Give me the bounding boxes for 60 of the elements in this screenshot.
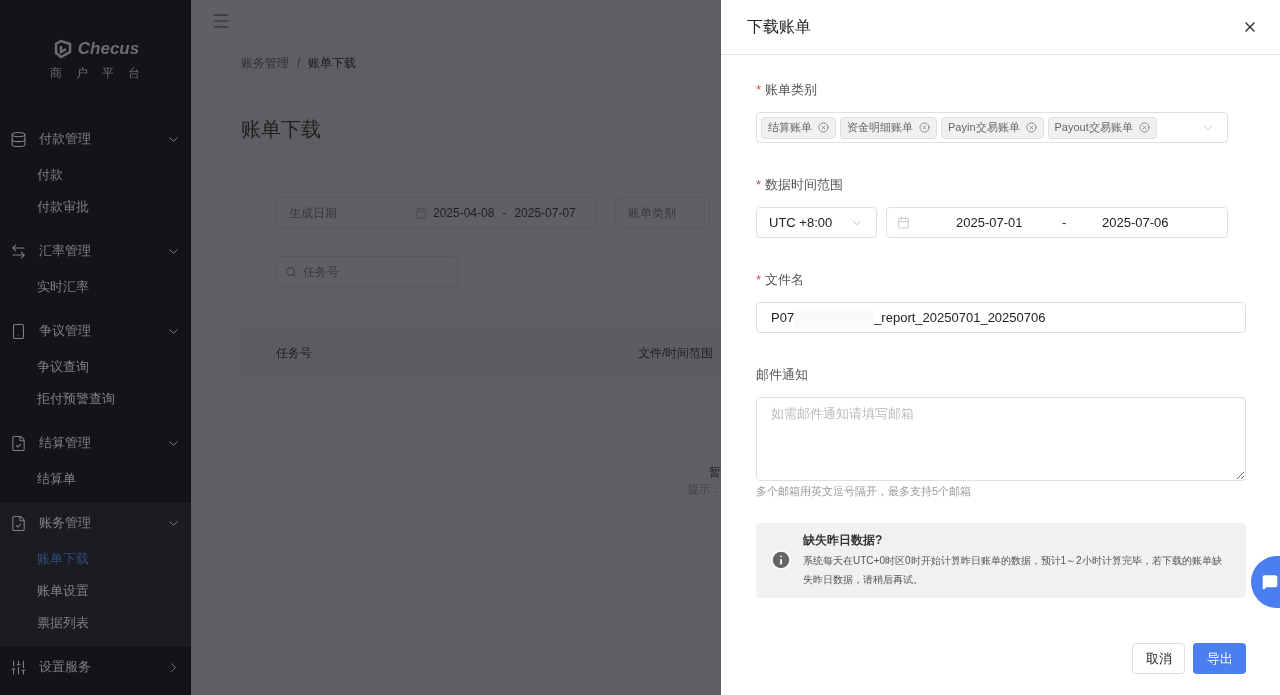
menu-item[interactable]: 拒付预警查询	[0, 383, 191, 415]
menu-group[interactable]: 结算管理	[0, 423, 191, 463]
menu-group[interactable]: 设置服务	[0, 647, 191, 687]
menu-icon	[10, 322, 27, 340]
menu-icon	[10, 658, 27, 676]
breadcrumb-current: 账单下载	[308, 55, 357, 72]
menu-icon	[10, 514, 27, 532]
menu-item[interactable]: 付款	[0, 159, 191, 191]
menu-group[interactable]: 付款管理	[0, 119, 191, 159]
menu-icon	[10, 242, 27, 260]
menu-group[interactable]: 争议管理	[0, 311, 191, 351]
notice-title: 缺失昨日数据?	[803, 532, 884, 549]
selected-tag: 资金明细账单	[840, 116, 937, 139]
menu-item[interactable]: 结算单	[0, 463, 191, 495]
bill-type-select[interactable]: 结算账单 资金明细账单 Payin交易账单 Payout交易账单	[756, 112, 1228, 143]
field-label: 邮件通知	[756, 366, 808, 385]
menu-icon	[10, 434, 27, 452]
calendar-icon	[897, 216, 910, 229]
remove-icon[interactable]	[1138, 122, 1150, 133]
menu-item[interactable]: 争议查询	[0, 351, 191, 383]
export-button[interactable]: 导出	[1193, 643, 1246, 674]
column-header: 文件/时间范围	[638, 345, 714, 362]
breadcrumb-separator: /	[297, 55, 301, 72]
menu-icon	[10, 130, 27, 148]
column-header: 任务号	[275, 345, 313, 362]
email-hint: 多个邮箱用英文逗号隔开，最多支持5个邮箱	[756, 484, 973, 499]
filename-field[interactable]: P07 _report_20250701_20250706	[756, 302, 1246, 333]
remove-icon[interactable]	[919, 122, 930, 133]
remove-icon[interactable]	[1025, 122, 1037, 133]
required-mark: *	[756, 81, 762, 100]
logo-subtitle: 商户平台	[49, 64, 154, 82]
notice-text: 系统每天在UTC+0时区0时开始计算昨日账单的数据，预计1～2小时计算完毕，若下载的账单缺失昨日数据，请稍后再试。	[803, 554, 1223, 587]
menu-item[interactable]: 票据列表	[0, 607, 191, 639]
page-title: 账单下载	[240, 117, 322, 142]
chat-button[interactable]	[1251, 556, 1280, 608]
menu-item[interactable]: 实时汇率	[0, 271, 191, 303]
field-label: 文件名	[765, 271, 805, 290]
selected-tag: Payout交易账单	[1047, 116, 1157, 139]
menu-icon[interactable]	[211, 11, 231, 31]
menu-group[interactable]: 账务管理	[0, 503, 191, 543]
selected-tag: Payin交易账单	[941, 116, 1044, 139]
logo-text: Checus	[77, 38, 140, 60]
drawer-title: 下载账单	[747, 17, 811, 37]
chat-icon	[1262, 574, 1278, 590]
remove-icon[interactable]	[818, 122, 829, 133]
empty-title: 暂	[709, 464, 721, 481]
date-range-field[interactable]: 2025-07-01 - 2025-07-06	[886, 207, 1228, 238]
field-label: 账单类别	[765, 81, 818, 100]
menu-group[interactable]: 汇率管理	[0, 231, 191, 271]
required-mark: *	[756, 176, 762, 195]
menu-item[interactable]: 账单设置	[0, 575, 191, 607]
field-label: 数据时间范围	[765, 176, 844, 195]
timezone-select[interactable]: UTC +8:00	[756, 207, 877, 238]
cancel-button[interactable]: 取消	[1132, 643, 1185, 674]
search-icon	[285, 265, 297, 278]
menu-item[interactable]: 付款审批	[0, 191, 191, 223]
info-icon	[770, 549, 792, 571]
required-mark: *	[756, 271, 762, 290]
selected-tag: 结算账单	[761, 116, 836, 139]
email-field[interactable]: 如需邮件通知请填写邮箱	[756, 397, 1246, 481]
